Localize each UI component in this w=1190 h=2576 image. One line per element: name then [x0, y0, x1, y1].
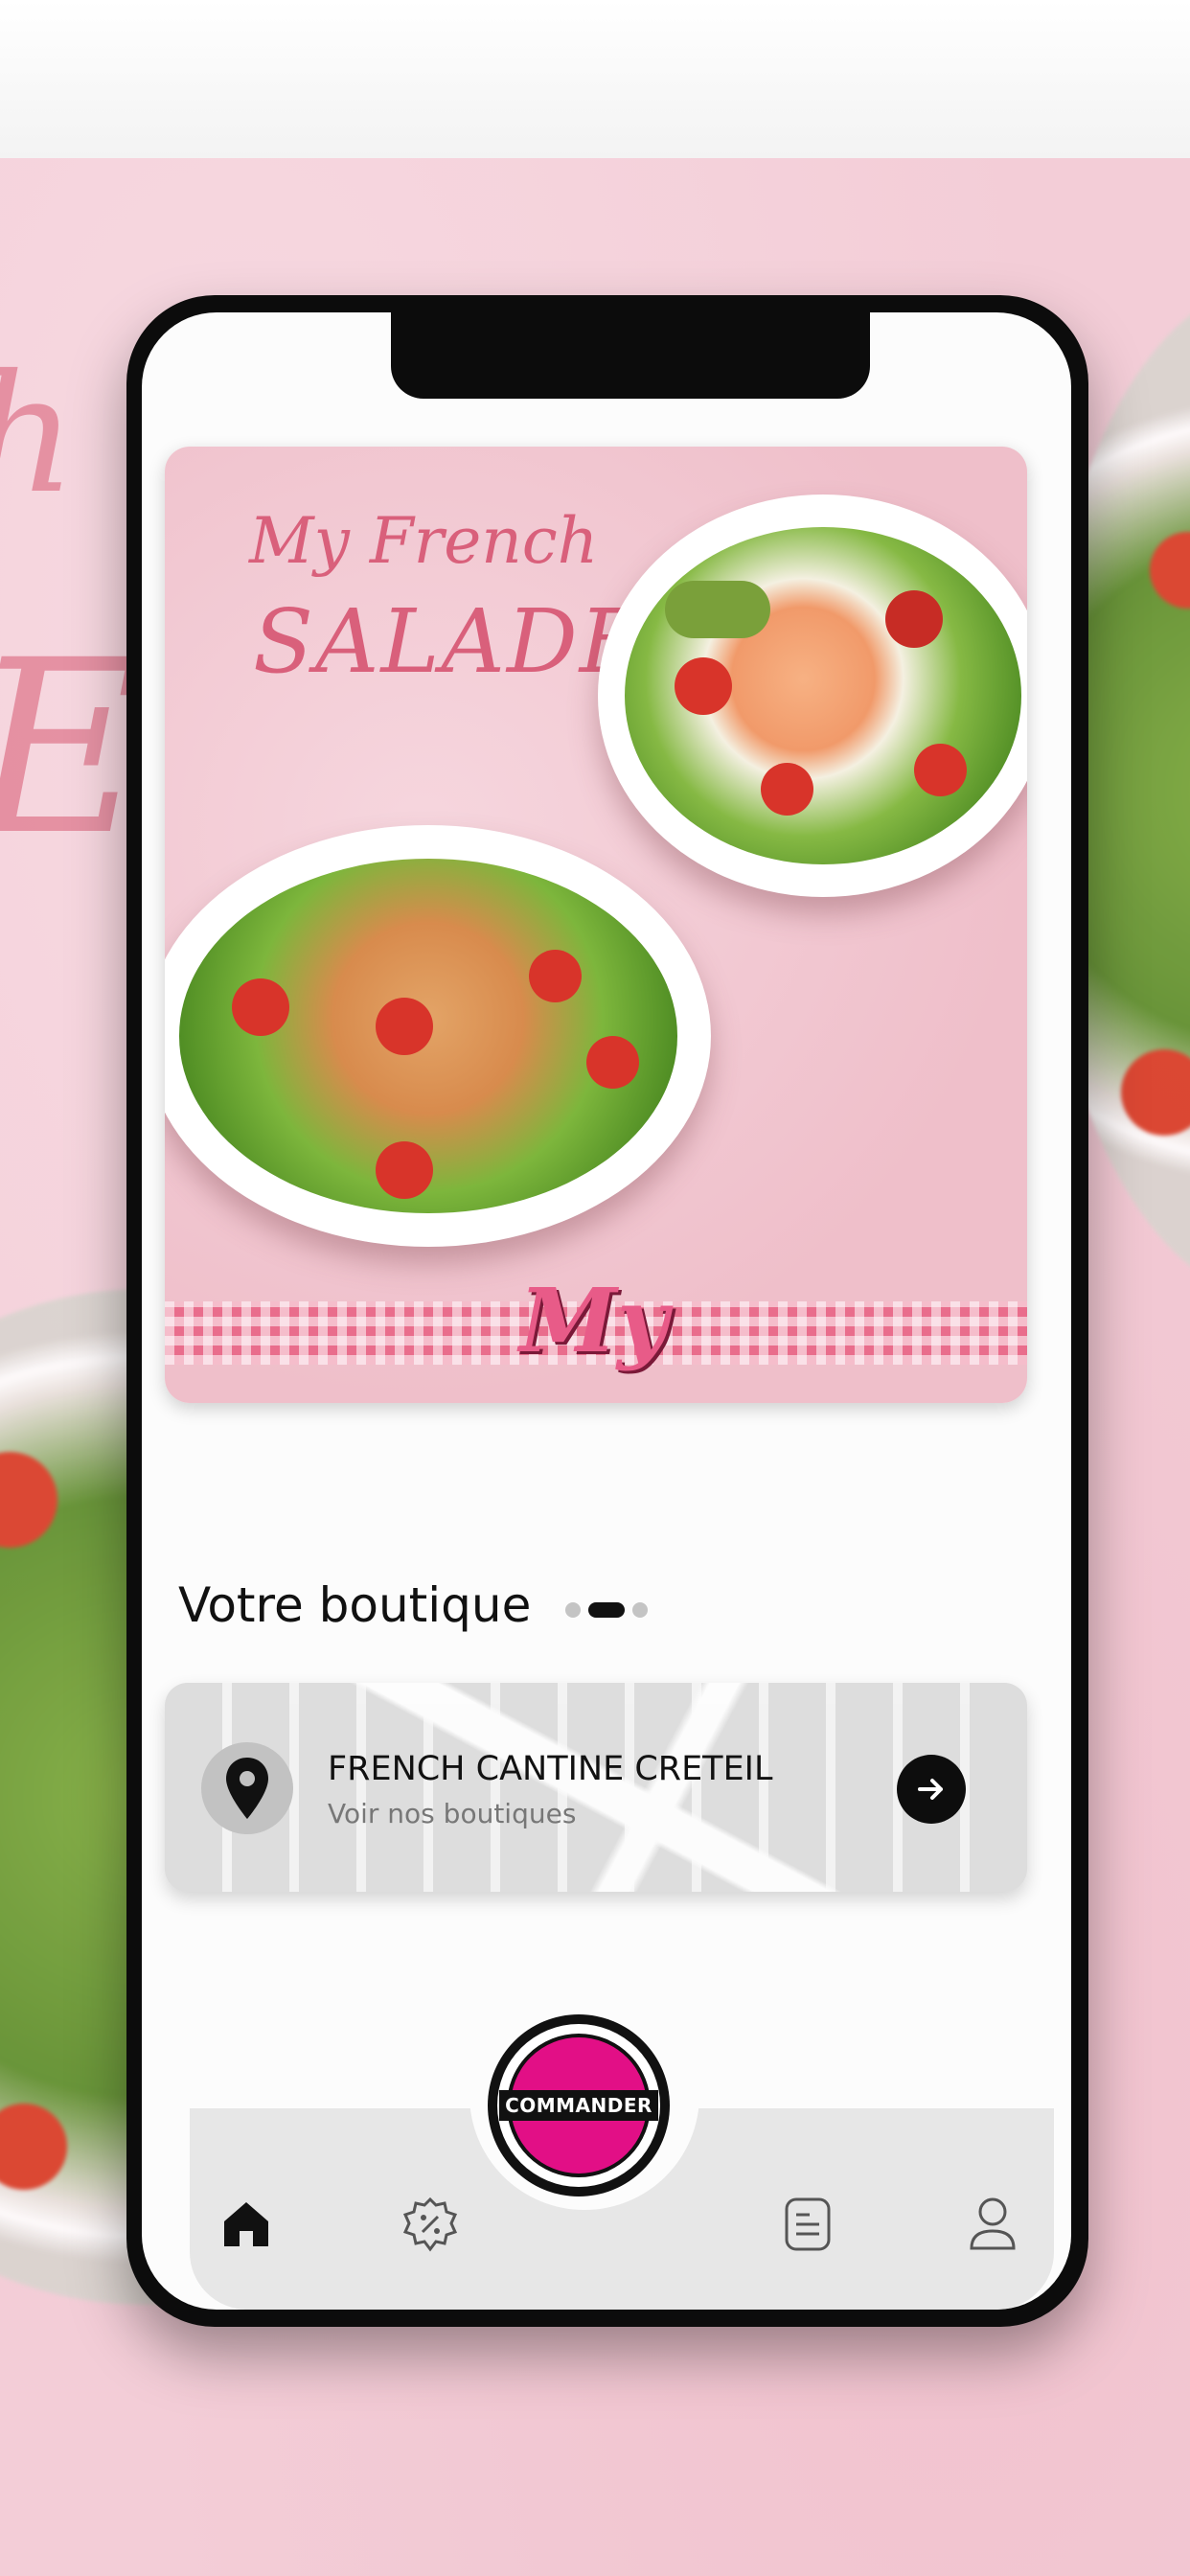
- location-pin-icon: [201, 1742, 293, 1834]
- pager-dot[interactable]: [565, 1602, 581, 1618]
- salmon-salad-plate-image: [598, 494, 1027, 897]
- store-subtitle[interactable]: Voir nos boutiques: [328, 1798, 576, 1829]
- pager-dot-active[interactable]: [588, 1602, 625, 1618]
- top-band: [0, 0, 1190, 158]
- chicken-salad-plate-image: [165, 825, 711, 1247]
- background-script-decoration-large: E: [0, 609, 147, 887]
- commander-label: COMMANDER: [499, 2090, 658, 2121]
- tab-profile[interactable]: [959, 2191, 1026, 2258]
- banner-title-line1: My French: [249, 504, 599, 578]
- tab-home[interactable]: [213, 2191, 280, 2258]
- commander-button[interactable]: COMMANDER: [488, 2014, 670, 2196]
- my-french-logo: My: [519, 1269, 669, 1372]
- phone-screen: My French SALADE My Votre boutique FRENC…: [142, 312, 1071, 2310]
- phone-notch: [391, 312, 870, 399]
- store-name: FRENCH CANTINE CRETEIL: [328, 1750, 773, 1788]
- banner-title-line2: SALADE: [253, 590, 646, 693]
- home-icon: [224, 2202, 268, 2246]
- tab-offers[interactable]: [397, 2191, 464, 2258]
- tab-orders[interactable]: [774, 2191, 841, 2258]
- phone-frame: My French SALADE My Votre boutique FRENC…: [126, 295, 1088, 2327]
- document-icon: [785, 2197, 831, 2251]
- promo-banner[interactable]: My French SALADE My: [165, 447, 1027, 1403]
- background-script-decoration: h: [0, 340, 77, 530]
- discount-badge-icon: [402, 2196, 458, 2252]
- arrow-right-icon[interactable]: [897, 1755, 966, 1824]
- section-title: Votre boutique: [178, 1577, 532, 1633]
- store-card[interactable]: FRENCH CANTINE CRETEIL Voir nos boutique…: [165, 1683, 1027, 1892]
- pager-dot[interactable]: [632, 1602, 648, 1618]
- user-icon: [970, 2197, 1016, 2250]
